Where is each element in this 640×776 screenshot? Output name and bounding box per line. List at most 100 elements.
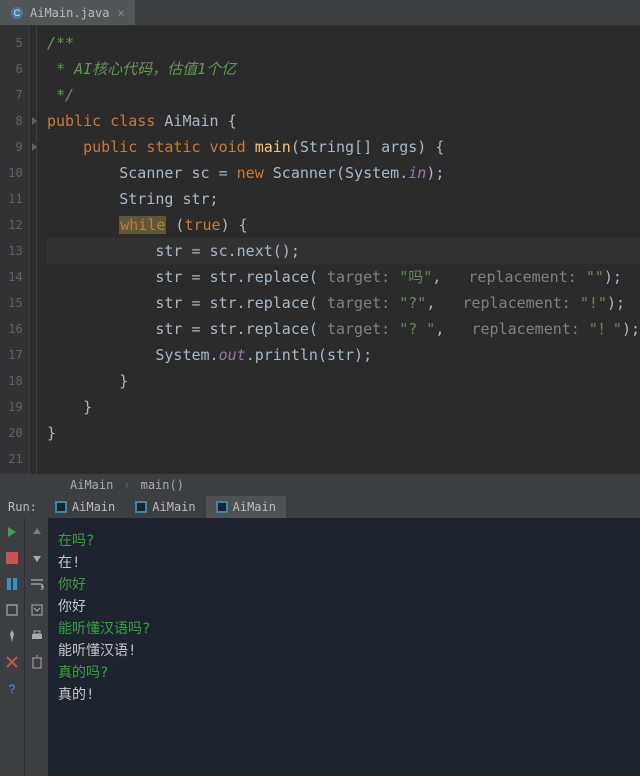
comment: * AI核心代码，估值1个亿 [47,60,236,78]
soft-wrap-button[interactable] [29,576,45,592]
line-number: 19 [0,394,29,420]
console-input-line: 在吗? [58,530,630,552]
code-text: , [435,320,471,338]
keyword: public class [47,112,155,130]
help-button[interactable]: ? [4,680,20,696]
line-number: 18 [0,368,29,394]
breadcrumb-class[interactable]: AiMain [70,478,113,492]
file-tab-label: AiMain.java [30,6,109,20]
close-button[interactable] [4,654,20,670]
code-text: ); [426,164,444,182]
field: in [408,164,426,182]
pause-button[interactable] [4,576,20,592]
keyword: public static void [83,138,246,156]
svg-text:C: C [14,8,21,18]
code-text: str = str.replace( [155,268,327,286]
fold-run-icon[interactable] [32,143,37,151]
comment: */ [47,86,74,104]
file-tab[interactable]: C AiMain.java × [0,0,135,25]
console-output-line: 能听懂汉语! [58,640,630,662]
code-area[interactable]: /** * AI核心代码，估值1个亿 */ public class AiMai… [37,26,640,474]
run-toolbar-left: ? [0,518,24,776]
run-label: Run: [0,500,45,514]
run-config-label: AiMain [152,500,195,514]
code-text: Scanner sc = [119,164,236,182]
keyword: new [237,164,264,182]
java-class-icon: C [10,6,24,20]
code-text: str = str.replace( [155,294,327,312]
string: "吗" [399,268,432,286]
code-text: , [432,268,468,286]
run-panel: ? 在吗?在!你好你好能听懂汉语吗?能听懂汉语!真的吗?真的! [0,518,640,776]
code-text: System. [155,346,218,364]
field: out [219,346,246,364]
pin-button[interactable] [4,628,20,644]
param-hint: target: [327,268,399,286]
console-output-line: 在! [58,552,630,574]
code-text: } [83,398,92,416]
rerun-button[interactable] [4,524,20,540]
line-number: 15 [0,290,29,316]
string: "" [586,268,604,286]
code-text: ( [166,216,184,234]
run-config-tab[interactable]: AiMain [45,496,125,518]
line-number: 21 [0,446,29,472]
line-number: 13 [0,238,29,264]
run-config-tab[interactable]: AiMain [125,496,205,518]
run-app-icon [55,501,67,513]
run-config-label: AiMain [233,500,276,514]
stop-button[interactable] [4,550,20,566]
console-output[interactable]: 在吗?在!你好你好能听懂汉语吗?能听懂汉语!真的吗?真的! [48,518,640,776]
breadcrumb: AiMain › main() [0,474,640,496]
console-input-line: 你好 [58,574,630,596]
string: "！" [589,320,622,338]
param-hint: replacement: [468,268,585,286]
line-number: 20 [0,420,29,446]
code-text: ) { [221,216,248,234]
code-text: Scanner(System. [264,164,409,182]
line-number: 10 [0,160,29,186]
code-text: } [47,424,56,442]
console-input-line: 真的吗? [58,662,630,684]
close-icon[interactable]: × [117,6,124,20]
code-text: ); [604,268,622,286]
method-name: main [246,138,291,156]
down-arrow-icon[interactable] [29,550,45,566]
run-config-tab[interactable]: AiMain [206,496,286,518]
trash-icon[interactable] [29,654,45,670]
param-hint: replacement: [462,294,579,312]
breadcrumb-method[interactable]: main() [141,478,184,492]
line-number: 17 [0,342,29,368]
code-text: str = str.replace( [155,320,327,338]
code-text: str = sc.next(); [155,242,300,260]
code-text: .println(str); [246,346,372,364]
svg-text:?: ? [9,682,16,694]
code-text: (String[] args) { [291,138,445,156]
keyword: true [184,216,220,234]
console-output-line: 真的! [58,684,630,706]
console-output-line: 你好 [58,596,630,618]
line-number: 9 [0,134,29,160]
scroll-to-end-button[interactable] [29,602,45,618]
run-config-label: AiMain [72,500,115,514]
param-hint: target: [327,320,399,338]
code-editor[interactable]: 56789101112131415161718192021 /** * AI核心… [0,26,640,474]
code-text: String str; [119,190,218,208]
line-number: 7 [0,82,29,108]
param-hint: replacement: [471,320,588,338]
run-app-icon [135,501,147,513]
dump-threads-button[interactable] [4,602,20,618]
string: "!" [580,294,607,312]
code-text: , [426,294,462,312]
up-arrow-icon[interactable] [29,524,45,540]
code-text: ); [607,294,625,312]
line-number: 8 [0,108,29,134]
print-button[interactable] [29,628,45,644]
param-hint: target: [327,294,399,312]
line-number: 5 [0,30,29,56]
line-number: 6 [0,56,29,82]
console-toolbar [24,518,48,776]
fold-run-icon[interactable] [32,117,37,125]
line-number: 12 [0,212,29,238]
code-text: } [119,372,128,390]
